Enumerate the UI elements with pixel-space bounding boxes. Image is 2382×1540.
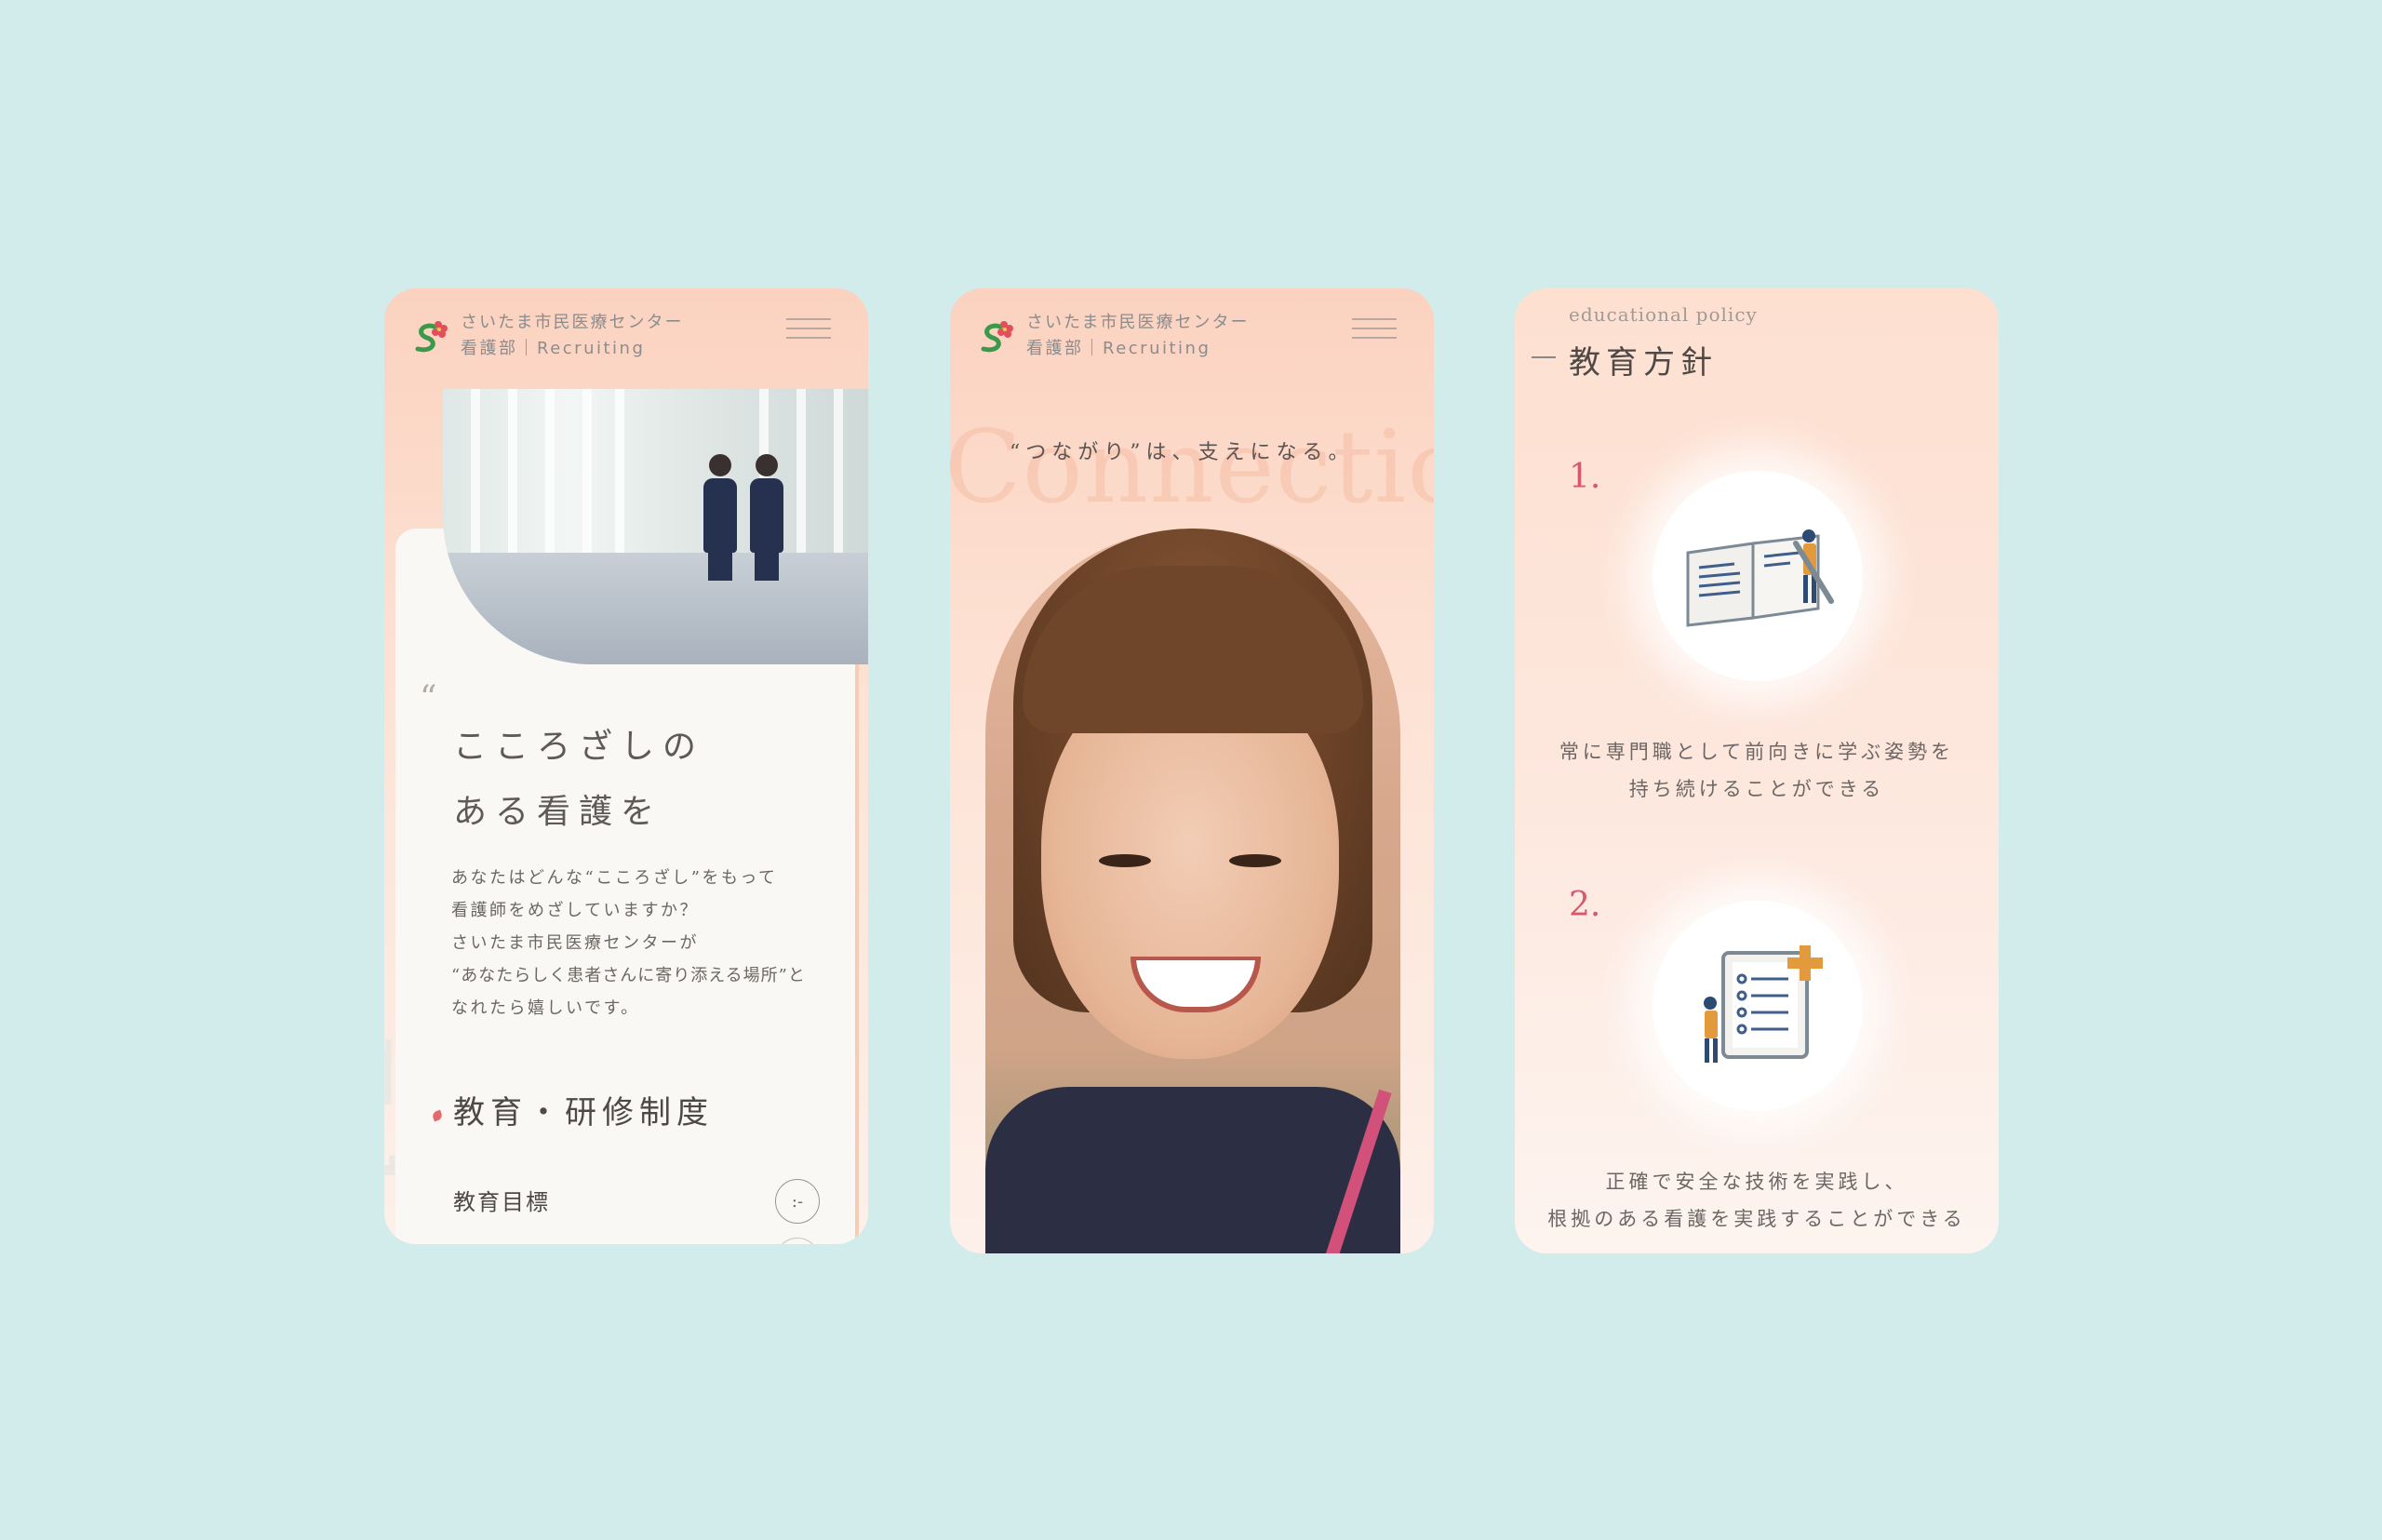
policy-number: 2.	[1569, 886, 1601, 924]
phone-screen-policy: educational policy 教育方針 1. 常に専門職として前向きに学…	[1515, 288, 1999, 1253]
section-title: 教育・研修制度	[453, 1094, 714, 1132]
watermark-text: Edu	[384, 1033, 412, 1244]
page-title: こころざしの ある看護を	[453, 728, 705, 831]
hero-photo-corridor	[443, 389, 868, 664]
phone-screen-top: さいたま市民医療センター 看護部｜Recruiting “ こころざしの ある看…	[384, 288, 868, 1244]
phone-screen-connection: さいたま市民医療センター 看護部｜Recruiting Connection “…	[950, 288, 1434, 1253]
catch-copy: “つながり”は、支えになる。	[1010, 441, 1355, 464]
hamburger-menu-icon[interactable]	[1352, 318, 1397, 342]
policy-number: 1.	[1569, 458, 1601, 496]
education-goal-link[interactable]: 教育目標	[453, 1184, 550, 1216]
hospital-logo-icon[interactable]	[410, 315, 451, 356]
hospital-logo-icon[interactable]	[976, 315, 1017, 356]
nurse-portrait-photo	[985, 529, 1400, 1253]
site-header: さいたま市民医療センター 看護部｜Recruiting	[410, 303, 683, 368]
org-subtitle: 看護部｜Recruiting	[1026, 339, 1211, 358]
hamburger-menu-icon[interactable]	[786, 318, 831, 342]
section-title: 教育方針	[1569, 344, 1718, 382]
section-label-en: educational policy	[1569, 303, 1758, 326]
policy-text: 正確で安全な技術を実践し、 根拠のある看護を実践することができる	[1547, 1171, 1966, 1230]
org-name: さいたま市民医療センター	[461, 313, 684, 332]
policy-text: 常に専門職として前向きに学ぶ姿勢を 持ち続けることができる	[1559, 741, 1955, 800]
quote-mark-icon: “	[420, 679, 437, 717]
intro-text: あなたはどんな“こころざし”をもって 看護師をめざしていますか？ さいたま市民医…	[451, 868, 806, 1018]
checklist-clipboard-icon	[1653, 901, 1863, 1111]
open-book-icon	[1653, 471, 1863, 681]
site-header: さいたま市民医療センター 看護部｜Recruiting	[976, 303, 1249, 368]
arrow-right-button[interactable]: :-	[775, 1179, 820, 1224]
org-name: さいたま市民医療センター	[1026, 313, 1250, 332]
background-word: Connection	[950, 409, 1434, 526]
title-dash	[1532, 356, 1556, 358]
org-subtitle: 看護部｜Recruiting	[461, 339, 646, 358]
